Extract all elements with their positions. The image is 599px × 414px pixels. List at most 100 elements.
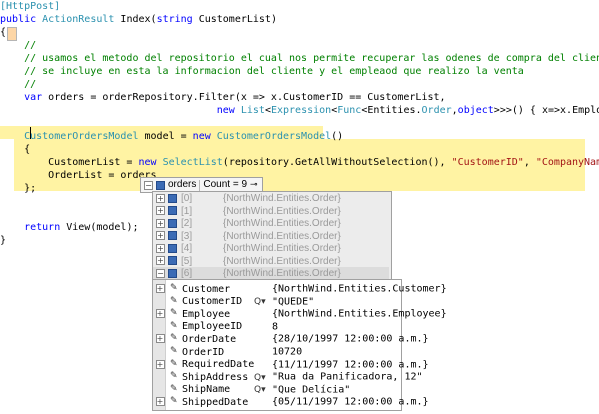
text-caret xyxy=(30,127,31,139)
text-visualizer-icon[interactable]: Q▾ xyxy=(254,373,266,383)
expand-toggle-icon[interactable]: + xyxy=(155,334,165,344)
item-index: [5] xyxy=(181,255,193,267)
code-line: { xyxy=(0,27,7,38)
datatip-count: Count = 9 xyxy=(203,179,248,190)
object-icon xyxy=(168,193,177,203)
property-value: {NorthWind.Entities.Employee} xyxy=(272,308,447,320)
expand-toggle-icon[interactable]: + xyxy=(156,218,165,228)
property-row[interactable]: ✎ ShipAddress Q▾ "Rua da Panificadora, 12" xyxy=(153,370,423,383)
property-icon: ✎ xyxy=(170,371,178,382)
property-icon: ✎ xyxy=(170,283,178,293)
code-line: // xyxy=(0,40,37,51)
property-row[interactable]: ✎ EmployeeID 8 xyxy=(153,320,399,333)
item-index: [2] xyxy=(181,218,193,229)
expand-toggle-icon[interactable]: + xyxy=(156,206,165,216)
property-name: EmployeeID xyxy=(182,321,243,333)
datatip-item-row[interactable]: + [4] {NorthWind.Entities.Order} xyxy=(153,242,389,255)
property-row[interactable]: + ✎ Employee {NorthWind.Entities.Employee} xyxy=(153,307,447,320)
expand-toggle-icon[interactable]: + xyxy=(155,309,165,319)
property-row[interactable]: + ✎ Customer {NorthWind.Entities.Customer} xyxy=(153,282,447,295)
datatip-properties-panel: + ✎ Customer {NorthWind.Entities.Customer} ✎… xyxy=(152,279,447,411)
datatip-item-row[interactable]: + [0] {NorthWind.Entities.Order} xyxy=(153,192,389,205)
code-line: // usamos el metodo del repositorio el c… xyxy=(0,53,599,64)
object-icon xyxy=(168,243,177,253)
expand-toggle-icon[interactable]: + xyxy=(156,193,165,203)
item-index: [3] xyxy=(181,230,193,242)
expand-toggle-icon[interactable]: + xyxy=(156,243,165,253)
code-line: // se incluye en esta la informacion del… xyxy=(0,66,524,77)
object-icon xyxy=(168,268,177,278)
object-icon xyxy=(168,256,177,266)
property-name: ShipAddress xyxy=(182,371,249,383)
datatip-item-row[interactable]: + [2] {NorthWind.Entities.Order} xyxy=(153,217,389,230)
collapse-toggle-icon[interactable]: − xyxy=(144,180,153,190)
code-line: OrderList = orders xyxy=(0,170,157,181)
property-value: 10720 xyxy=(272,346,303,358)
item-index: [1] xyxy=(181,205,193,217)
object-icon xyxy=(168,206,177,216)
datatip-item-row[interactable]: + [3] {NorthWind.Entities.Order} xyxy=(153,230,389,243)
property-icon: ✎ xyxy=(170,320,178,331)
property-icon: ✎ xyxy=(170,346,178,356)
expand-toggle-icon[interactable]: + xyxy=(155,397,165,407)
text-visualizer-icon[interactable]: Q▾ xyxy=(254,297,266,307)
code-line: { xyxy=(0,144,31,155)
property-value: {11/11/1997 12:00:00 a.m.} xyxy=(272,359,429,371)
property-row[interactable]: + ✎ ShippedDate {05/11/1997 12:00:00 a.m.} xyxy=(153,395,429,408)
datatip-items-panel: + [0] {NorthWind.Entities.Order} + [1] {North… xyxy=(152,191,392,281)
code-line: CustomerList = new SelectList(repository… xyxy=(0,157,599,168)
property-name: ShippedDate xyxy=(182,396,249,408)
property-icon: ✎ xyxy=(170,295,178,306)
property-row[interactable]: ✎ OrderID 10720 xyxy=(153,345,399,358)
property-icon: ✎ xyxy=(170,383,178,394)
property-name: Employee xyxy=(182,308,231,320)
datatip-item-row[interactable]: + [5] {NorthWind.Entities.Order} xyxy=(153,255,389,268)
item-value: {NorthWind.Entities.Order} xyxy=(223,255,341,267)
item-value: {NorthWind.Entities.Order} xyxy=(223,193,341,204)
property-name: OrderID xyxy=(182,346,225,358)
property-value: "Que Delícia" xyxy=(272,384,351,396)
property-value: {05/11/1997 12:00:00 a.m.} xyxy=(272,396,429,408)
object-icon xyxy=(168,231,177,241)
item-value: {NorthWind.Entities.Order} xyxy=(223,268,341,279)
code-line: var orders = orderRepository.Filter(x =>… xyxy=(24,92,446,103)
datatip-item-row[interactable]: + [1] {NorthWind.Entities.Order} xyxy=(153,205,389,218)
expand-toggle-icon[interactable]: + xyxy=(156,231,165,241)
code-line: CustomerOrdersModel model = new Customer… xyxy=(24,131,344,142)
property-row[interactable]: + ✎ RequiredDate {11/11/1997 12:00:00 a.m.} xyxy=(153,358,429,371)
code-line: } xyxy=(0,235,7,246)
code-line: // xyxy=(0,79,37,90)
expand-toggle-icon[interactable]: + xyxy=(155,284,165,293)
code-line: }; xyxy=(0,183,37,194)
code-line: [HttpPost] xyxy=(0,1,61,12)
item-value: {NorthWind.Entities.Order} xyxy=(223,218,341,229)
property-value: {28/10/1997 12:00:00 a.m.} xyxy=(272,333,429,345)
object-icon xyxy=(168,218,177,228)
property-name: CustomerID xyxy=(182,296,243,308)
property-value: 8 xyxy=(272,321,279,333)
property-icon: ✎ xyxy=(170,333,178,344)
property-name: Customer xyxy=(182,283,231,295)
property-value: "QUEDE" xyxy=(272,296,315,308)
object-icon xyxy=(156,180,165,190)
expand-toggle-icon[interactable]: + xyxy=(155,359,165,369)
code-line: new List<Expression<Func<Entities.Order,… xyxy=(216,105,599,116)
property-name: ShipName xyxy=(182,384,231,396)
property-row[interactable]: + ✎ OrderDate {28/10/1997 12:00:00 a.m.} xyxy=(153,332,429,345)
code-line: return View(model); xyxy=(24,222,139,233)
text-visualizer-icon[interactable]: Q▾ xyxy=(254,385,266,395)
property-value: "Rua da Panificadora, 12" xyxy=(272,371,423,383)
property-name: RequiredDate xyxy=(182,359,255,371)
property-name: OrderDate xyxy=(182,333,237,345)
property-row[interactable]: ✎ ShipName Q▾ "Que Delícia" xyxy=(153,383,399,396)
property-row[interactable]: ✎ CustomerID Q▾ "QUEDE" xyxy=(153,295,399,308)
property-icon: ✎ xyxy=(170,308,178,319)
item-value: {NorthWind.Entities.Order} xyxy=(223,230,341,242)
collapse-toggle-icon[interactable]: − xyxy=(156,268,165,278)
pin-icon[interactable]: ⊸ xyxy=(250,178,258,192)
code-line: public ActionResult Index(string Custome… xyxy=(0,14,277,25)
item-index: [4] xyxy=(181,243,193,254)
expand-toggle-icon[interactable]: + xyxy=(156,256,165,266)
item-index: [0] xyxy=(181,193,193,204)
datatip-variable-name: orders xyxy=(168,179,197,190)
